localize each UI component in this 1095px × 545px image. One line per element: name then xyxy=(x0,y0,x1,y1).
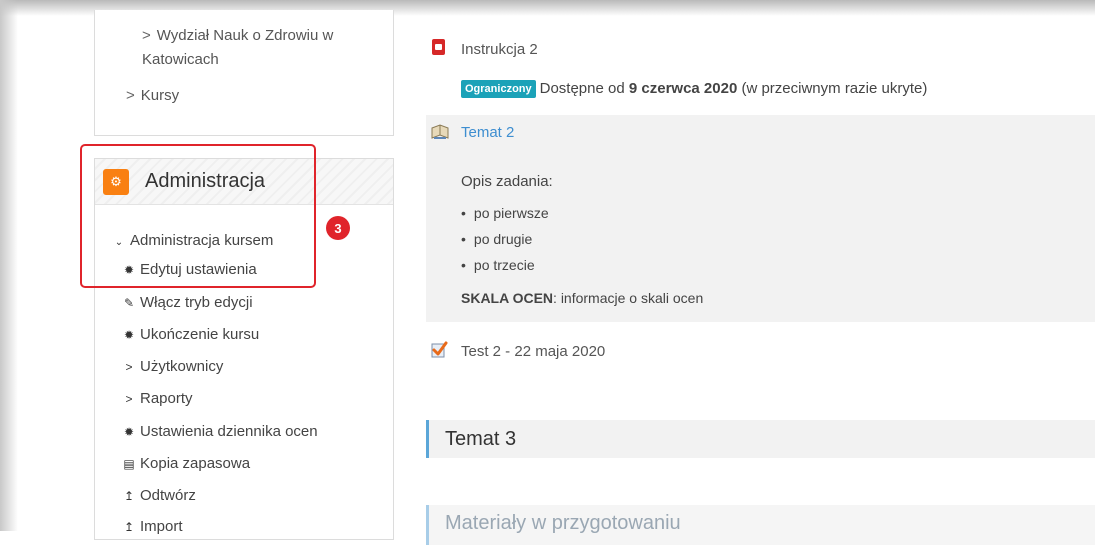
chevron-right-icon: > xyxy=(142,27,151,44)
description-bullet: po pierwsze xyxy=(461,205,549,221)
assignment-icon xyxy=(431,124,449,139)
import-link[interactable]: ↥ Import xyxy=(122,518,183,535)
gradebook-setup-link[interactable]: ✹ Ustawienia dziennika ocen xyxy=(122,423,318,440)
upload-icon: ↥ xyxy=(123,520,135,534)
course-completion-link[interactable]: ✹ Ukończenie kursu xyxy=(122,326,259,343)
restore-link[interactable]: ↥ Odtwórz xyxy=(122,487,196,504)
file-icon: ▤ xyxy=(123,457,135,471)
turn-editing-on-link[interactable]: ✎ Włącz tryb edycji xyxy=(122,294,253,311)
section-header: Materiały w przygotowaniu xyxy=(426,505,1095,545)
chevron-right-icon: > xyxy=(126,87,135,104)
nav-item-faculty[interactable]: > Wydział Nauk o Zdrowiu w xyxy=(142,24,333,47)
gear-icon: ✹ xyxy=(123,328,135,342)
screenshot-shadow-left xyxy=(0,0,18,531)
restricted-badge: Ograniczony xyxy=(461,80,536,98)
chevron-right-icon: > xyxy=(125,360,133,374)
description-bullet: po trzecie xyxy=(461,257,535,273)
nav-item-courses[interactable]: > Kursy xyxy=(126,84,179,107)
section-title[interactable]: Temat 3 xyxy=(445,428,516,451)
nav-item-faculty-line2[interactable]: Katowicach xyxy=(142,48,219,71)
chevron-right-icon: > xyxy=(125,392,133,406)
pencil-icon: ✎ xyxy=(123,296,135,310)
annotation-highlight-frame xyxy=(80,144,316,288)
restriction-info: Ograniczony Dostępne od 9 czerwca 2020 (w… xyxy=(461,80,927,98)
users-link[interactable]: > Użytkownicy xyxy=(122,358,223,375)
quiz-link[interactable]: Test 2 - 22 maja 2020 xyxy=(461,343,605,360)
resource-link[interactable]: Instrukcja 2 xyxy=(461,41,538,58)
assignment-description-label: Opis zadania: xyxy=(461,173,553,190)
section-header: Temat 3 xyxy=(426,420,1095,458)
gear-icon: ✹ xyxy=(123,425,135,439)
annotation-step-badge: 3 xyxy=(326,216,350,240)
pdf-icon xyxy=(432,39,445,55)
grade-scale-info: SKALA OCEN: informacje o skali ocen xyxy=(461,290,704,306)
quiz-icon xyxy=(431,341,448,358)
reports-link[interactable]: > Raporty xyxy=(122,390,192,407)
section-title[interactable]: Materiały w przygotowaniu xyxy=(445,512,681,535)
assignment-link[interactable]: Temat 2 xyxy=(461,124,514,141)
upload-icon: ↥ xyxy=(123,489,135,503)
description-bullet: po drugie xyxy=(461,231,532,247)
backup-link[interactable]: ▤ Kopia zapasowa xyxy=(122,455,250,472)
